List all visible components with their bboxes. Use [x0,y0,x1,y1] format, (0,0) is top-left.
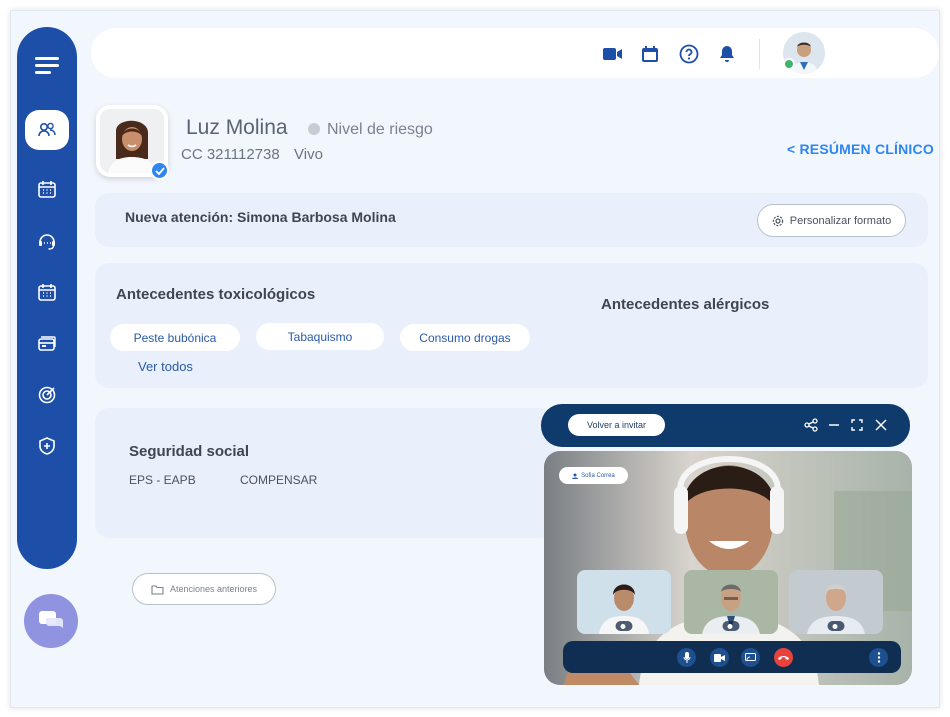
call-controls-bar [563,641,901,673]
speaker-name: Sofia Correa [581,472,615,479]
mic-status-icon [727,623,733,629]
participant-tag [615,621,633,631]
risk-indicator-icon [308,123,320,135]
previous-attentions-button[interactable]: Atenciones anteriores [132,573,276,605]
nav-security-icon[interactable] [25,426,69,466]
social-security-title: Seguridad social [129,443,250,460]
expand-icon[interactable] [848,416,866,434]
divider [759,39,760,69]
more-options-icon[interactable] [869,648,888,667]
participant-tag [827,621,845,631]
chat-button[interactable] [24,594,78,648]
participant-thumbnail[interactable] [789,570,883,634]
participant-thumbnail[interactable] [684,570,778,634]
screen-share-icon[interactable] [741,648,760,667]
chip-tabaquismo[interactable]: Tabaquismo [256,323,384,350]
customize-format-label: Personalizar formato [789,214,892,227]
nav-calendar-icon[interactable] [25,169,69,209]
nav-patients-icon[interactable] [25,110,69,150]
help-icon[interactable] [678,43,700,65]
previous-attentions-label: Atenciones anteriores [169,584,258,594]
reinvite-button[interactable]: Volver a invitar [568,414,665,436]
participant-tag [722,621,740,631]
participant-thumbnail[interactable] [577,570,671,634]
patient-id: CC 321112738 [181,146,280,163]
calendar-icon[interactable] [639,43,661,65]
minimize-icon[interactable] [825,416,843,434]
patient-name: Luz Molina [186,116,288,139]
nav-payments-icon[interactable] [25,323,69,363]
top-bar [91,28,939,78]
close-icon[interactable] [872,416,890,434]
hang-up-icon[interactable] [774,648,793,667]
mic-status-icon [832,623,838,629]
allergic-title: Antecedentes alérgicos [601,296,770,313]
verified-check-icon [150,161,169,180]
bell-icon[interactable] [716,43,738,65]
chip-peste-bubonica[interactable]: Peste bubónica [110,324,240,351]
eps-label: EPS - EAPB [129,473,196,487]
speaker-name-tag: Sofia Correa [559,467,628,484]
folder-icon [151,584,164,595]
videocall-header: Volver a invitar [541,404,910,447]
mic-status-icon [620,623,626,629]
eps-entity: COMPENSAR [240,473,318,487]
chat-icon [39,611,63,628]
customize-format-button[interactable]: Personalizar formato [757,204,906,237]
online-status-icon [783,58,795,70]
attention-title: Nueva atención: Simona Barbosa Molina [125,209,396,225]
gear-icon [772,215,783,226]
see-all-link[interactable]: Ver todos [138,359,193,374]
clinical-summary-link[interactable]: < RESÚMEN CLÍNICO [787,141,934,157]
microphone-icon[interactable] [677,648,696,667]
risk-label: Nivel de riesgo [327,121,433,138]
sidebar [17,27,77,569]
nav-support-icon[interactable] [25,221,69,261]
nav-goals-icon[interactable] [25,375,69,415]
user-icon [572,473,579,479]
patient-status: Vivo [294,146,323,163]
chip-consumo-drogas[interactable]: Consumo drogas [400,324,530,351]
menu-icon[interactable] [31,49,63,81]
toxicological-title: Antecedentes toxicológicos [116,286,316,303]
share-icon[interactable] [802,416,820,434]
camera-icon[interactable] [710,648,729,667]
videocall-window: Sofia Correa [544,451,912,685]
nav-schedule-icon[interactable] [25,272,69,312]
video-camera-icon[interactable] [602,43,624,65]
